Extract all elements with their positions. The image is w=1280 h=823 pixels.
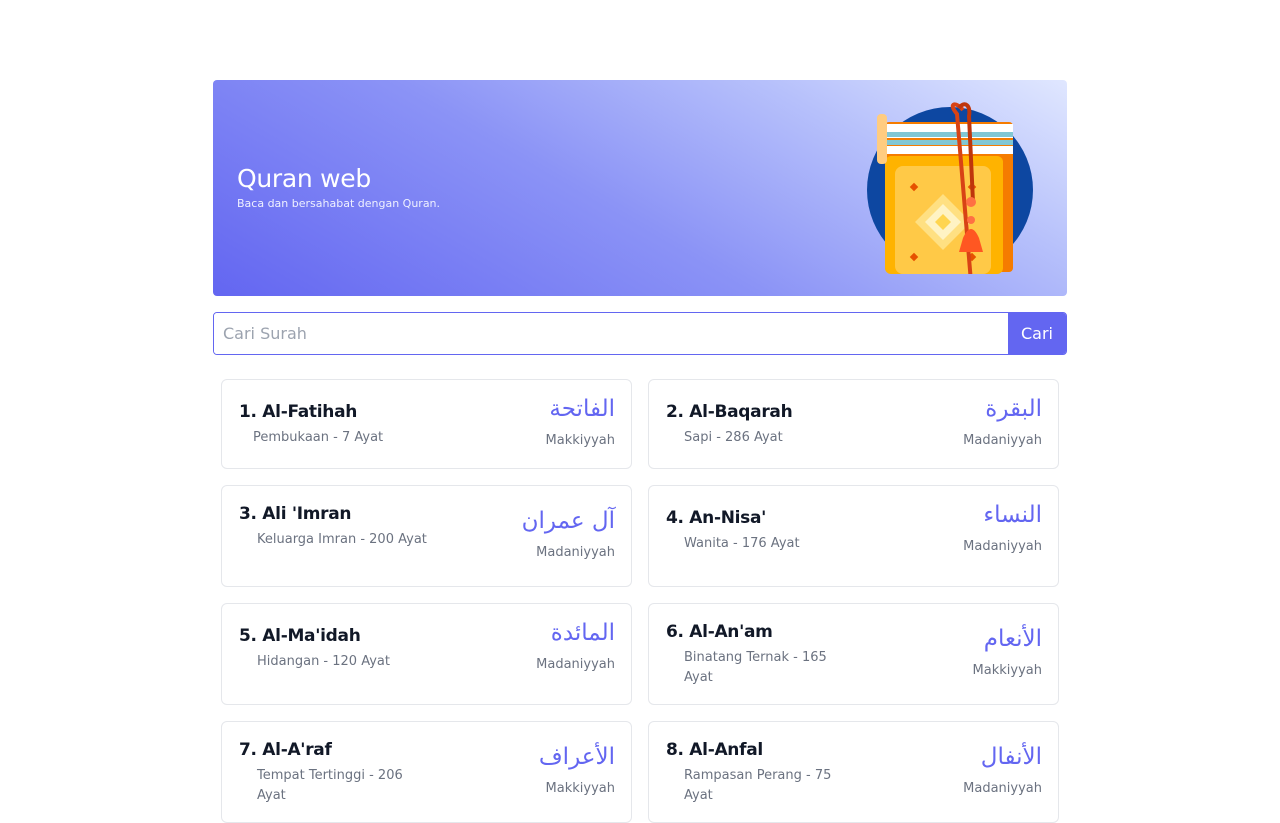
surah-meta: Sapi - 286 Ayat: [684, 430, 783, 445]
page-container: Quran web Baca dan bersahabat dengan Qur…: [213, 80, 1067, 823]
surah-title: 4. An-Nisa': [666, 508, 767, 528]
surah-arabic-name: الأنفال: [980, 744, 1042, 770]
surah-revelation-place: Madaniyyah: [963, 781, 1042, 796]
surah-title: 1. Al-Fatihah: [239, 402, 358, 422]
surah-meta: Binatang Ternak - 165 Ayat: [684, 650, 827, 685]
search-button[interactable]: Cari: [1008, 313, 1066, 354]
surah-title: 5. Al-Ma'idah: [239, 626, 361, 646]
quran-book-icon: [867, 102, 1033, 274]
surah-revelation-place: Makkiyyah: [545, 781, 615, 796]
surah-title: 3. Ali 'Imran: [239, 504, 352, 524]
surah-title: 2. Al-Baqarah: [666, 402, 793, 422]
hero-subtitle: Baca dan bersahabat dengan Quran.: [237, 197, 441, 210]
surah-card[interactable]: 6. Al-An'am Binatang Ternak - 165 Ayat ا…: [648, 603, 1059, 705]
surah-meta: Rampasan Perang - 75 Ayat: [684, 768, 832, 803]
surah-meta: Wanita - 176 Ayat: [684, 536, 800, 551]
surah-arabic-name: المائدة: [550, 620, 615, 646]
surah-meta: Keluarga Imran - 200 Ayat: [257, 532, 427, 547]
surah-arabic-name: الأنعام: [983, 626, 1042, 652]
surah-revelation-place: Madaniyyah: [963, 539, 1042, 554]
surah-title: 8. Al-Anfal: [666, 740, 763, 760]
surah-revelation-place: Madaniyyah: [963, 433, 1042, 448]
surah-card[interactable]: 7. Al-A'raf Tempat Tertinggi - 206 Ayat …: [221, 721, 632, 823]
surah-arabic-name: الفاتحة: [549, 396, 615, 422]
surah-card[interactable]: 5. Al-Ma'idah Hidangan - 120 Ayat المائد…: [221, 603, 632, 705]
surah-title: 6. Al-An'am: [666, 622, 773, 642]
surah-meta: Tempat Tertinggi - 206 Ayat: [257, 768, 403, 803]
hero-banner: Quran web Baca dan bersahabat dengan Qur…: [213, 80, 1067, 296]
surah-card[interactable]: 1. Al-Fatihah Pembukaan - 7 Ayat الفاتحة…: [221, 379, 632, 469]
surah-arabic-name: النساء: [983, 502, 1042, 528]
search-bar: Cari: [213, 312, 1067, 355]
surah-revelation-place: Madaniyyah: [536, 545, 615, 560]
surah-revelation-place: Madaniyyah: [536, 657, 615, 672]
search-input[interactable]: [214, 313, 1008, 354]
surah-arabic-name: آل عمران: [521, 508, 615, 534]
hero-title: Quran web: [237, 164, 371, 193]
surah-card[interactable]: 2. Al-Baqarah Sapi - 286 Ayat البقرة Mad…: [648, 379, 1059, 469]
surah-card[interactable]: 3. Ali 'Imran Keluarga Imran - 200 Ayat …: [221, 485, 632, 587]
surah-arabic-name: البقرة: [985, 396, 1042, 422]
surah-revelation-place: Makkiyyah: [972, 663, 1042, 678]
surah-revelation-place: Makkiyyah: [545, 433, 615, 448]
surah-card[interactable]: 8. Al-Anfal Rampasan Perang - 75 Ayat ال…: [648, 721, 1059, 823]
surah-meta: Hidangan - 120 Ayat: [257, 654, 390, 669]
surah-title: 7. Al-A'raf: [239, 740, 332, 760]
surah-meta: Pembukaan - 7 Ayat: [253, 430, 384, 445]
surah-card[interactable]: 4. An-Nisa' Wanita - 176 Ayat النساء Mad…: [648, 485, 1059, 587]
surah-arabic-name: الأعراف: [538, 744, 615, 770]
